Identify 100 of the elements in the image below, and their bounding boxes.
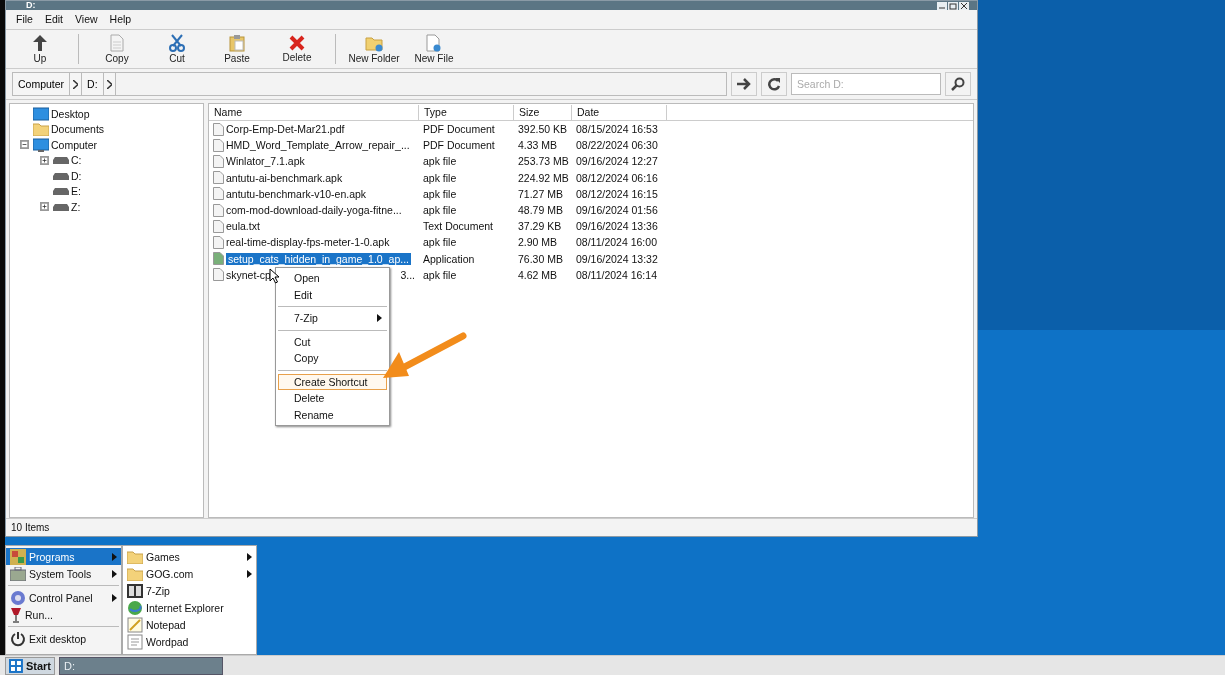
search-button[interactable] <box>945 72 971 96</box>
folder-icon <box>365 34 383 52</box>
file-name[interactable]: real-time-display-fps-meter-1-0.apk <box>226 236 390 249</box>
table-cell-text: apk file <box>422 171 458 184</box>
table-cell-text: 09/16/2024 12:27 <box>575 155 659 168</box>
delete-icon <box>289 35 305 51</box>
start-menu-item[interactable]: Notepad <box>123 616 256 633</box>
file-icon <box>213 122 224 136</box>
column-header[interactable]: Date <box>572 104 667 120</box>
table-cell-text: 76.30 MB <box>517 252 564 265</box>
menu-item[interactable]: Open <box>278 270 387 287</box>
table-cell-text: 08/12/2024 16:15 <box>575 187 659 200</box>
menu-item[interactable]: Help <box>103 13 138 27</box>
table-cell-text: 08/12/2024 06:16 <box>575 171 659 184</box>
file-icon <box>213 138 224 152</box>
file-icon <box>213 154 224 168</box>
tree-item[interactable]: Desktop <box>50 107 91 120</box>
window-title: D: <box>25 1 36 10</box>
clipboard-icon <box>229 34 245 52</box>
programs-icon <box>10 548 26 565</box>
file-name[interactable]: Corp-Emp-Det-Mar21.pdf <box>226 123 345 136</box>
table-cell-text: 224.92 MB <box>517 171 570 184</box>
menu-item[interactable]: 7-Zip <box>278 310 387 327</box>
collapse-icon[interactable] <box>20 140 29 150</box>
start-menu-item[interactable]: 7-Zip <box>123 582 256 599</box>
breadcrumb-arrow-button[interactable] <box>70 73 83 95</box>
table-cell-text: 08/22/2024 06:30 <box>575 139 659 152</box>
archive-icon <box>127 583 143 598</box>
menu-item[interactable]: Edit <box>278 286 387 303</box>
file-name[interactable]: skynet-cp <box>226 268 271 281</box>
file-name[interactable]: Winlator_7.1.apk <box>226 155 305 168</box>
start-menu-item[interactable]: Exit desktop <box>6 630 121 647</box>
document-icon <box>426 34 442 52</box>
toolbar-button[interactable]: Cut <box>147 30 207 68</box>
search-field[interactable]: Search D: <box>791 73 941 95</box>
go-button[interactable] <box>731 72 757 96</box>
taskbar-button[interactable]: D: <box>59 656 223 675</box>
start-menu-item[interactable]: Programs <box>6 548 121 565</box>
menu-item[interactable]: Cut <box>278 333 387 350</box>
start-menu-item[interactable]: Internet Explorer <box>123 599 256 616</box>
file-icon <box>213 235 224 249</box>
tree-item[interactable]: E: <box>70 185 82 198</box>
table-cell-text: apk file <box>422 187 458 200</box>
file-name[interactable]: eula.txt <box>226 220 260 233</box>
column-header[interactable]: Name <box>209 104 419 120</box>
expand-icon[interactable] <box>40 202 49 212</box>
toolbar-button[interactable]: Delete <box>267 30 327 68</box>
start-menu-item[interactable]: System Tools <box>6 565 121 582</box>
toolbar-button[interactable]: New Folder <box>344 30 404 68</box>
tree-item[interactable]: Documents <box>50 123 106 136</box>
menu-item[interactable]: File <box>10 13 39 27</box>
toolbar-button[interactable]: Copy <box>87 30 147 68</box>
menu-item[interactable]: View <box>69 13 104 27</box>
start-menu-item[interactable]: GOG.com <box>123 565 256 582</box>
start-menu-item[interactable]: Games <box>123 548 256 565</box>
toolbar-button[interactable]: Up <box>10 30 70 68</box>
refresh-button[interactable] <box>761 72 787 96</box>
file-name[interactable]: antutu-benchmark-v10-en.apk <box>226 187 367 200</box>
table-cell-text: 253.73 MB <box>517 155 570 168</box>
expand-icon[interactable] <box>40 155 49 165</box>
menu-item[interactable]: Copy <box>278 350 387 367</box>
file-name[interactable]: setup_cats_hidden_in_game_1.0_ap... <box>226 252 411 265</box>
menu-item[interactable]: Delete <box>278 390 387 407</box>
tree-item[interactable]: C: <box>70 154 83 167</box>
refresh-icon <box>767 77 781 91</box>
file-icon <box>213 219 224 233</box>
toolbox-icon <box>10 566 26 581</box>
chevron-right-icon <box>106 79 112 89</box>
file-icon <box>213 187 224 201</box>
right-arrow-icon <box>737 78 751 90</box>
windows-logo-icon <box>9 658 23 673</box>
file-icon <box>213 252 224 266</box>
tree-item[interactable]: Z: <box>70 200 82 213</box>
table-cell-text: 48.79 MB <box>517 204 564 217</box>
start-menu-item[interactable]: Run... <box>6 606 121 623</box>
wordpad-icon <box>127 633 143 650</box>
table-cell-text: 09/16/2024 01:56 <box>575 204 659 217</box>
column-header[interactable]: Size <box>514 104 572 120</box>
file-icon <box>213 268 224 282</box>
column-header[interactable]: Type <box>419 104 514 120</box>
drive-icon <box>53 201 69 212</box>
toolbar-button[interactable]: Paste <box>207 30 267 68</box>
menu-item[interactable]: Edit <box>38 13 69 27</box>
tree-item[interactable]: Computer <box>50 138 99 151</box>
wine-glass-icon <box>10 606 22 623</box>
start-menu-item[interactable]: Wordpad <box>123 633 256 650</box>
file-name[interactable]: HMD_Word_Template_Arrow_repair_... <box>226 139 410 152</box>
start-menu-item[interactable]: Control Panel <box>6 589 121 606</box>
table-cell-text: apk file <box>422 155 458 168</box>
tree-item[interactable]: D: <box>70 169 83 182</box>
file-name[interactable]: com-mod-download-daily-yoga-fitne... <box>226 204 402 217</box>
toolbar-button[interactable]: New File <box>404 30 464 68</box>
table-cell-text: 08/11/2024 16:14 <box>575 268 658 281</box>
menu-item[interactable]: Create Shortcut <box>278 373 387 390</box>
table-cell-text: 08/15/2024 16:53 <box>575 123 659 136</box>
file-name[interactable]: antutu-ai-benchmark.apk <box>226 171 343 184</box>
computer-icon <box>33 137 49 152</box>
folder-icon <box>127 566 143 581</box>
menu-item[interactable]: Rename <box>278 406 387 423</box>
start-button[interactable]: Start <box>5 656 55 675</box>
